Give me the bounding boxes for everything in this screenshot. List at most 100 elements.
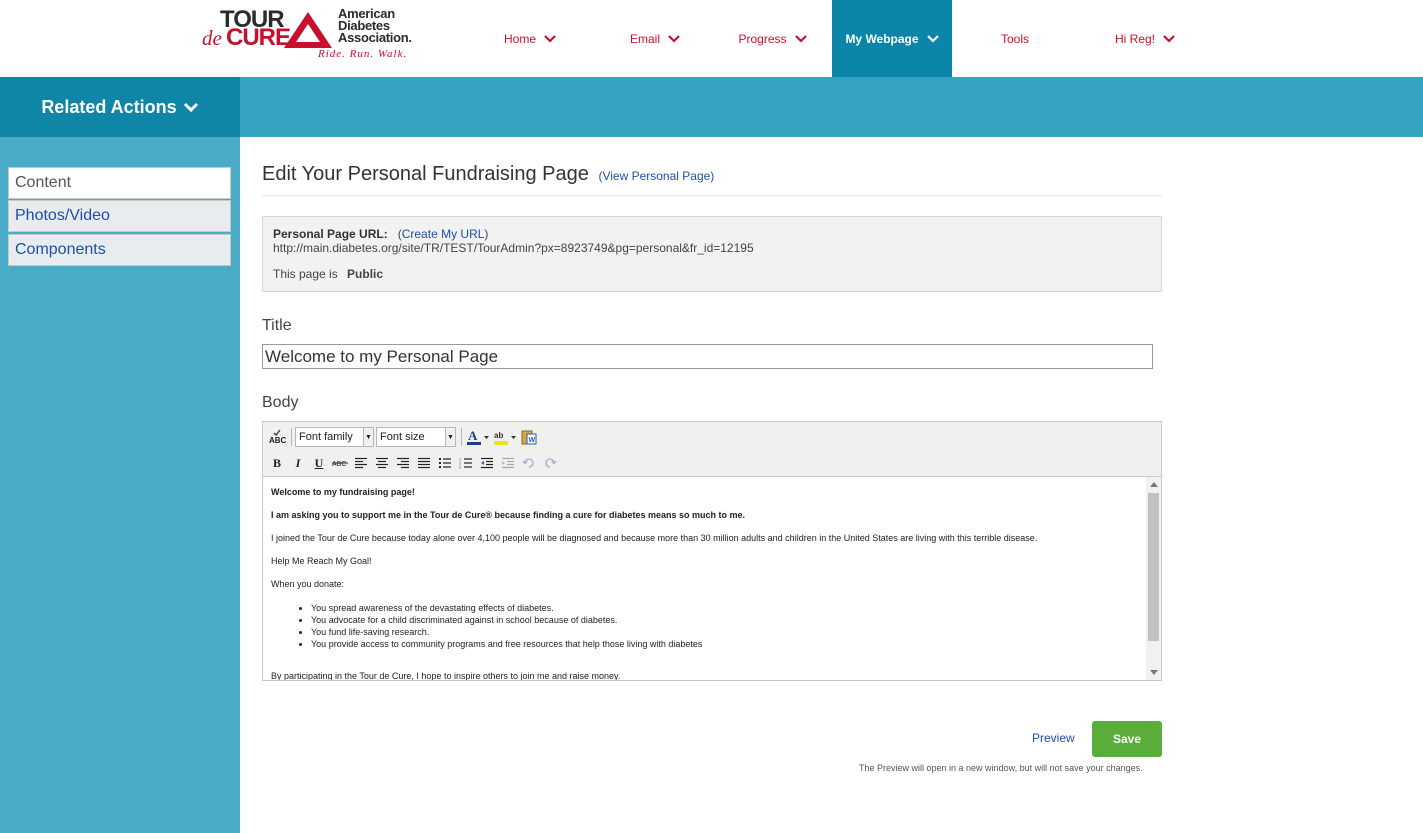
align-right-icon[interactable] <box>393 453 413 473</box>
toolbar-separator <box>461 428 462 446</box>
page-title-text: Edit Your Personal Fundraising Page <box>262 163 589 185</box>
redo-icon[interactable] <box>540 453 560 473</box>
nav-my-webpage-label: My Webpage <box>845 31 919 46</box>
editor-body[interactable]: Welcome to my fundraising page! I am ask… <box>263 476 1161 680</box>
align-justify-icon[interactable] <box>414 453 434 473</box>
chevron-down-icon <box>544 34 556 43</box>
chevron-down-icon <box>1163 34 1175 43</box>
nav-home[interactable]: Home <box>470 0 590 77</box>
toolbar-separator <box>291 428 292 446</box>
svg-text:3: 3 <box>459 465 462 470</box>
preview-note: The Preview will open in a new window, b… <box>859 763 1143 773</box>
align-center-icon[interactable] <box>372 453 392 473</box>
visibility-prefix: This page is <box>273 267 338 281</box>
nav-my-webpage[interactable]: My Webpage <box>832 0 952 77</box>
nav-progress[interactable]: Progress <box>710 0 835 77</box>
underline-icon[interactable]: U <box>309 453 329 473</box>
nav-progress-label: Progress <box>738 31 787 46</box>
scroll-thumb[interactable] <box>1148 493 1159 641</box>
nav-account[interactable]: Hi Reg! <box>1085 0 1205 77</box>
list-item: You spread awareness of the devastating … <box>311 602 1141 614</box>
font-size-select[interactable]: Font size ▼ <box>376 427 456 447</box>
font-family-select[interactable]: Font family ▼ <box>295 427 374 447</box>
editor-content: Welcome to my fundraising page! I am ask… <box>271 487 1141 680</box>
title-input[interactable] <box>262 344 1153 369</box>
body-field-label: Body <box>262 394 299 411</box>
scroll-up-icon[interactable] <box>1150 482 1158 487</box>
numbered-list-icon[interactable]: 123 <box>456 453 476 473</box>
chevron-down-icon <box>183 102 198 112</box>
nav-tools-label: Tools <box>1000 31 1029 46</box>
view-personal-page-link[interactable]: (View Personal Page) <box>598 169 714 183</box>
body-intro: I am asking you to support me in the Tou… <box>271 510 746 520</box>
svg-text:W: W <box>529 437 536 444</box>
font-size-select-label: Font size <box>380 431 425 443</box>
personal-url-panel: Personal Page URL: (Create My URL) http:… <box>262 216 1162 292</box>
chevron-down-icon <box>668 34 680 43</box>
dropdown-arrow-icon: ▼ <box>445 428 455 446</box>
undo-icon[interactable] <box>519 453 539 473</box>
bold-icon[interactable]: B <box>267 453 287 473</box>
logo-tagline: Ride. Run. Walk. <box>318 48 408 60</box>
chevron-down-icon <box>794 34 807 43</box>
body-bullet-list: You spread awareness of the devastating … <box>311 602 1141 650</box>
sidebar-item-content[interactable]: Content <box>8 167 231 199</box>
preview-link[interactable]: Preview <box>1032 731 1075 745</box>
body-paragraph: Help Me Reach My Goal! <box>271 556 372 566</box>
create-my-url-link[interactable]: Create My URL <box>402 227 485 241</box>
related-actions-label: Related Actions <box>41 96 177 117</box>
sidebar-item-label: Photos/Video <box>15 207 110 224</box>
svg-text:ABC: ABC <box>332 461 346 468</box>
body-paragraph: I joined the Tour de Cure because today … <box>271 533 1038 543</box>
list-item: You provide access to community programs… <box>311 638 1141 650</box>
font-family-select-label: Font family <box>299 431 353 443</box>
text-color-icon[interactable]: A <box>465 427 491 447</box>
indent-icon[interactable] <box>498 453 518 473</box>
editor-scrollbar[interactable] <box>1146 477 1161 680</box>
outdent-icon[interactable] <box>477 453 497 473</box>
italic-icon[interactable]: I <box>288 453 308 473</box>
personal-url-value: http://main.diabetes.org/site/TR/TEST/To… <box>273 241 754 255</box>
page-visibility-status: This page is Public <box>273 267 383 281</box>
page-title: Edit Your Personal Fundraising Page (Vie… <box>262 163 714 186</box>
tour-de-cure-logo[interactable]: TOUR de CURE American Diabetes Associati… <box>200 6 425 66</box>
scroll-down-icon[interactable] <box>1150 670 1158 675</box>
logo-cure-text: CURE <box>226 24 291 51</box>
svg-text:A: A <box>468 428 478 443</box>
nav-email-label: Email <box>629 31 660 46</box>
highlight-color-icon[interactable]: ab <box>492 427 518 447</box>
align-left-icon[interactable] <box>351 453 371 473</box>
divider <box>262 195 1162 196</box>
personal-url-label: Personal Page URL: <box>273 227 388 241</box>
svg-text:ABC: ABC <box>269 436 286 445</box>
paste-word-icon[interactable]: W <box>519 427 539 447</box>
chevron-down-icon <box>926 34 939 43</box>
sidebar-item-label: Content <box>15 174 72 191</box>
nav-account-label: Hi Reg! <box>1114 31 1155 46</box>
logo-de-text: de <box>202 26 222 50</box>
strikethrough-icon[interactable]: ABC <box>330 453 350 473</box>
body-paragraph: By participating in the Tour de Cure, I … <box>271 671 621 680</box>
personal-url-header: Personal Page URL: (Create My URL) <box>273 227 488 241</box>
visibility-value: Public <box>347 267 384 281</box>
list-item: You fund life-saving research. <box>311 626 1141 638</box>
rich-text-editor: ABC Font family ▼ Font size ▼ A ab W B I… <box>262 421 1162 681</box>
editor-toolbar-row-1: ABC Font family ▼ Font size ▼ A ab W <box>263 424 1161 450</box>
list-item: You advocate for a child discriminated a… <box>311 614 1141 626</box>
dropdown-arrow-icon: ▼ <box>363 428 373 446</box>
body-heading: Welcome to my fundraising page! <box>271 487 415 497</box>
ada-triangle-icon <box>284 12 332 48</box>
save-button[interactable]: Save <box>1092 721 1162 757</box>
nav-tools[interactable]: Tools <box>960 0 1070 77</box>
editor-toolbar-row-2: B I U ABC 123 <box>263 450 1161 476</box>
related-actions-toggle[interactable]: Related Actions <box>0 77 240 137</box>
sidebar: Content Photos/Video Components <box>0 137 240 833</box>
bullet-list-icon[interactable] <box>435 453 455 473</box>
top-header: TOUR de CURE American Diabetes Associati… <box>0 0 1423 77</box>
nav-email[interactable]: Email <box>595 0 715 77</box>
spellcheck-icon[interactable]: ABC <box>267 427 287 447</box>
ada-wordmark: American Diabetes Association. <box>338 7 412 45</box>
ada-line: Association. <box>338 30 412 45</box>
sidebar-item-photos-video[interactable]: Photos/Video <box>8 200 231 232</box>
sidebar-item-components[interactable]: Components <box>8 234 231 266</box>
